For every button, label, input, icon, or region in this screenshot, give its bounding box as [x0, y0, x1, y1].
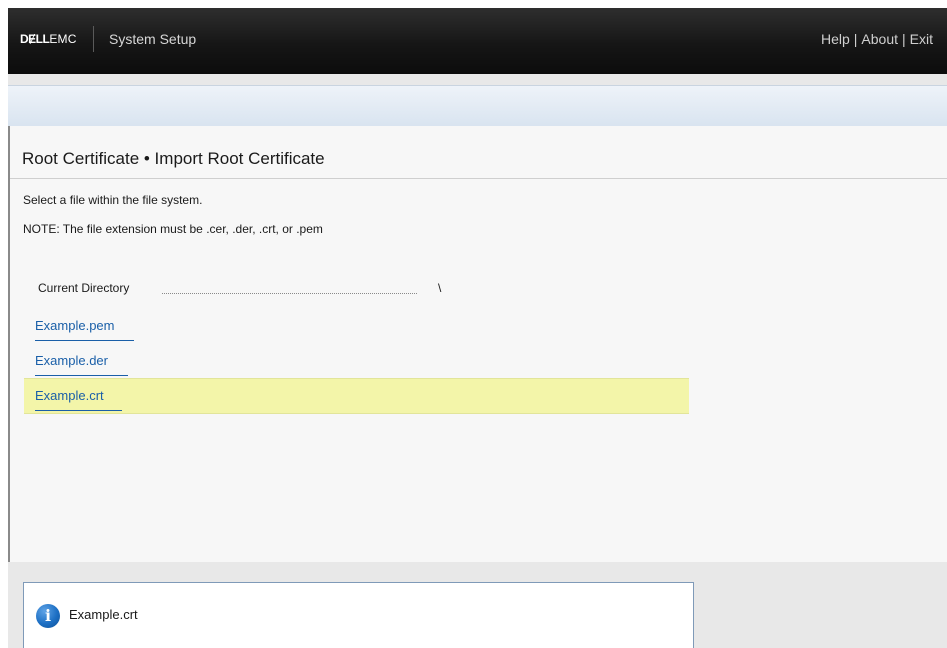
- main-panel: Root Certificate • Import Root Certifica…: [8, 126, 947, 562]
- header-divider: [93, 26, 94, 52]
- file-item-example-crt[interactable]: Example.crt: [24, 378, 689, 414]
- file-item-example-pem[interactable]: Example.pem: [24, 309, 689, 343]
- breadcrumb-band: [8, 85, 947, 127]
- info-icon: i: [36, 604, 60, 628]
- header-bar: DɆLLEMC System Setup Help | About | Exit: [8, 8, 947, 74]
- file-item-example-der[interactable]: Example.der: [24, 344, 689, 378]
- exit-link[interactable]: Exit: [910, 31, 933, 47]
- brand-dell: DɆLL: [20, 32, 50, 46]
- file-name: Example.pem: [35, 318, 115, 333]
- file-name: Example.der: [35, 353, 108, 368]
- dell-emc-logo: DɆLLEMC: [20, 32, 77, 46]
- header-links: Help | About | Exit: [821, 31, 933, 47]
- note-text: NOTE: The file extension must be .cer, .…: [23, 222, 323, 236]
- help-link[interactable]: Help: [821, 31, 850, 47]
- link-underline: [35, 375, 128, 376]
- status-text: Example.crt: [69, 607, 138, 622]
- link-separator: |: [853, 31, 858, 47]
- about-link[interactable]: About: [861, 31, 898, 47]
- link-underline: [35, 410, 122, 411]
- file-name: Example.crt: [35, 388, 104, 403]
- title-divider: [10, 178, 947, 179]
- system-setup-window: DɆLLEMC System Setup Help | About | Exit Roo…: [8, 8, 947, 648]
- brand-emc: EMC: [49, 32, 77, 46]
- status-help-box: i Example.crt: [23, 582, 694, 648]
- current-directory-label: Current Directory: [38, 281, 130, 295]
- page-title: Root Certificate • Import Root Certifica…: [22, 149, 325, 168]
- app-title: System Setup: [109, 31, 197, 47]
- dotted-leader: [162, 293, 417, 294]
- instruction-text: Select a file within the file system.: [23, 193, 203, 207]
- link-separator: |: [902, 31, 906, 47]
- current-directory-value: \: [438, 281, 442, 295]
- info-icon-glyph: i: [44, 606, 52, 625]
- link-underline: [35, 340, 134, 341]
